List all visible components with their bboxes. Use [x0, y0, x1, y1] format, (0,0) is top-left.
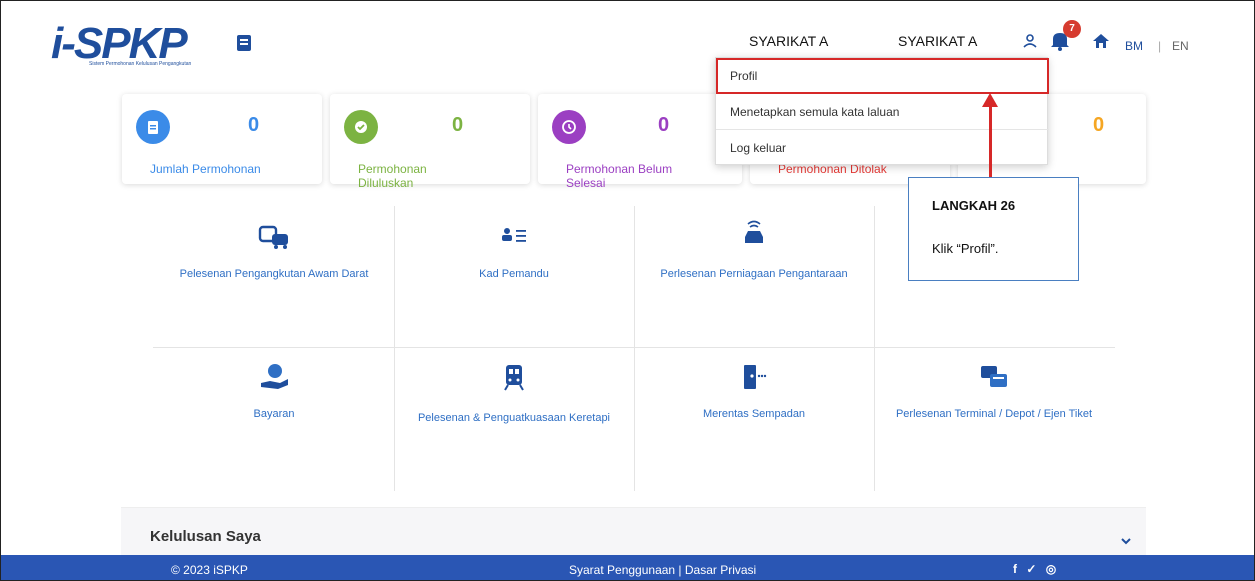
grid-divider	[153, 347, 1115, 348]
social-icons[interactable]: f ✓ ◎	[1013, 562, 1059, 576]
clipboard-icon	[136, 110, 170, 144]
book-icon	[237, 35, 251, 51]
user-icon[interactable]	[1023, 34, 1037, 48]
stat-value: 0	[248, 114, 260, 136]
copyright: © 2023 iSPKP	[171, 563, 248, 577]
service-label: Merentas Sempadan	[702, 408, 806, 420]
user-company-name[interactable]: SYARIKAT A	[898, 33, 977, 49]
chevron-down-icon[interactable]	[1121, 536, 1131, 546]
lang-en-link[interactable]: EN	[1172, 39, 1189, 53]
terminal-icon	[981, 366, 1007, 387]
bus-car-icon	[258, 225, 288, 249]
payment-hand-icon	[261, 364, 288, 389]
service-label: Bayaran	[253, 408, 295, 420]
lang-separator: |	[1158, 39, 1162, 53]
service-bayaran[interactable]: Bayaran	[154, 363, 394, 483]
menu-item-logout[interactable]: Log keluar	[716, 130, 1049, 166]
service-kad-pemandu[interactable]: Kad Pemandu	[394, 223, 634, 343]
service-terminal[interactable]: Perlesenan Terminal / Depot / Ejen Tiket	[874, 363, 1114, 483]
section-title: Kelulusan Saya	[150, 528, 261, 545]
notification-badge: 7	[1063, 20, 1081, 38]
ispkp-logo[interactable]: i-SPKP Sistem Permohonan Kelulusan Penga…	[51, 19, 256, 69]
service-label: Perlesenan Terminal / Depot / Ejen Tiket	[895, 408, 1093, 420]
annotation-arrow	[989, 105, 992, 177]
stat-value: 0	[452, 114, 464, 136]
history-icon	[552, 110, 586, 144]
stat-value: 0	[1093, 114, 1105, 136]
service-label: Perlesenan Perniagaan Pengantaraan	[660, 268, 848, 280]
stat-card-approved[interactable]: 0 Permohonan Diluluskan	[330, 94, 530, 190]
footer: © 2023 iSPKP Syarat Penggunaan | Dasar P…	[1, 555, 1254, 580]
train-icon	[504, 365, 524, 391]
service-label: Kad Pemandu	[479, 268, 549, 280]
check-circle-icon	[344, 110, 378, 144]
step-instruction: Klik “Profil”.	[932, 241, 999, 256]
menu-item-reset-password[interactable]: Menetapkan semula kata laluan	[716, 94, 1049, 130]
step-title: LANGKAH 26	[932, 198, 1016, 213]
kelulusan-saya-panel[interactable]: Kelulusan Saya	[121, 507, 1146, 555]
company-name: SYARIKAT A	[749, 33, 829, 49]
stat-value: 0	[658, 114, 670, 136]
home-icon[interactable]	[1093, 34, 1109, 48]
stat-card-total[interactable]: 0 Jumlah Permohonan	[122, 94, 322, 184]
stat-label: Permohonan Belum Selesai	[566, 162, 673, 190]
stat-label: Permohonan Diluluskan	[358, 162, 427, 190]
menu-item-profil[interactable]: Profil	[716, 58, 1049, 94]
top-header: i-SPKP Sistem Permohonan Kelulusan Penga…	[1, 1, 1254, 81]
service-label: Pelesenan Pengangkutan Awam Darat	[179, 268, 369, 280]
lang-bm-link[interactable]: BM	[1125, 39, 1143, 53]
stat-label: Jumlah Permohonan	[150, 162, 261, 176]
app-window: i-SPKP Sistem Permohonan Kelulusan Penga…	[0, 0, 1255, 581]
border-crossing-icon	[744, 365, 767, 389]
service-merentas-sempadan[interactable]: Merentas Sempadan	[634, 363, 874, 483]
service-keretapi[interactable]: Pelesenan & Penguatkuasaan Keretapi	[394, 363, 634, 483]
logo-tagline: Sistem Permohonan Kelulusan Pengangkutan	[89, 61, 192, 67]
step-callout: LANGKAH 26 Klik “Profil”.	[908, 177, 1079, 281]
stat-card-pending[interactable]: 0 Permohonan Belum Selesai	[538, 94, 742, 190]
service-pengangkutan-awam[interactable]: Pelesenan Pengangkutan Awam Darat	[154, 223, 394, 343]
service-label: Pelesenan & Penguatkuasaan Keretapi	[417, 412, 611, 424]
user-dropdown-menu: Profil Menetapkan semula kata laluan Log…	[715, 57, 1049, 166]
driver-card-icon	[502, 228, 526, 242]
service-perniagaan-pengantaraan[interactable]: Perlesenan Perniagaan Pengantaraan	[634, 219, 874, 343]
footer-links[interactable]: Syarat Penggunaan | Dasar Privasi	[569, 563, 756, 577]
e-hailing-car-icon	[745, 220, 763, 243]
